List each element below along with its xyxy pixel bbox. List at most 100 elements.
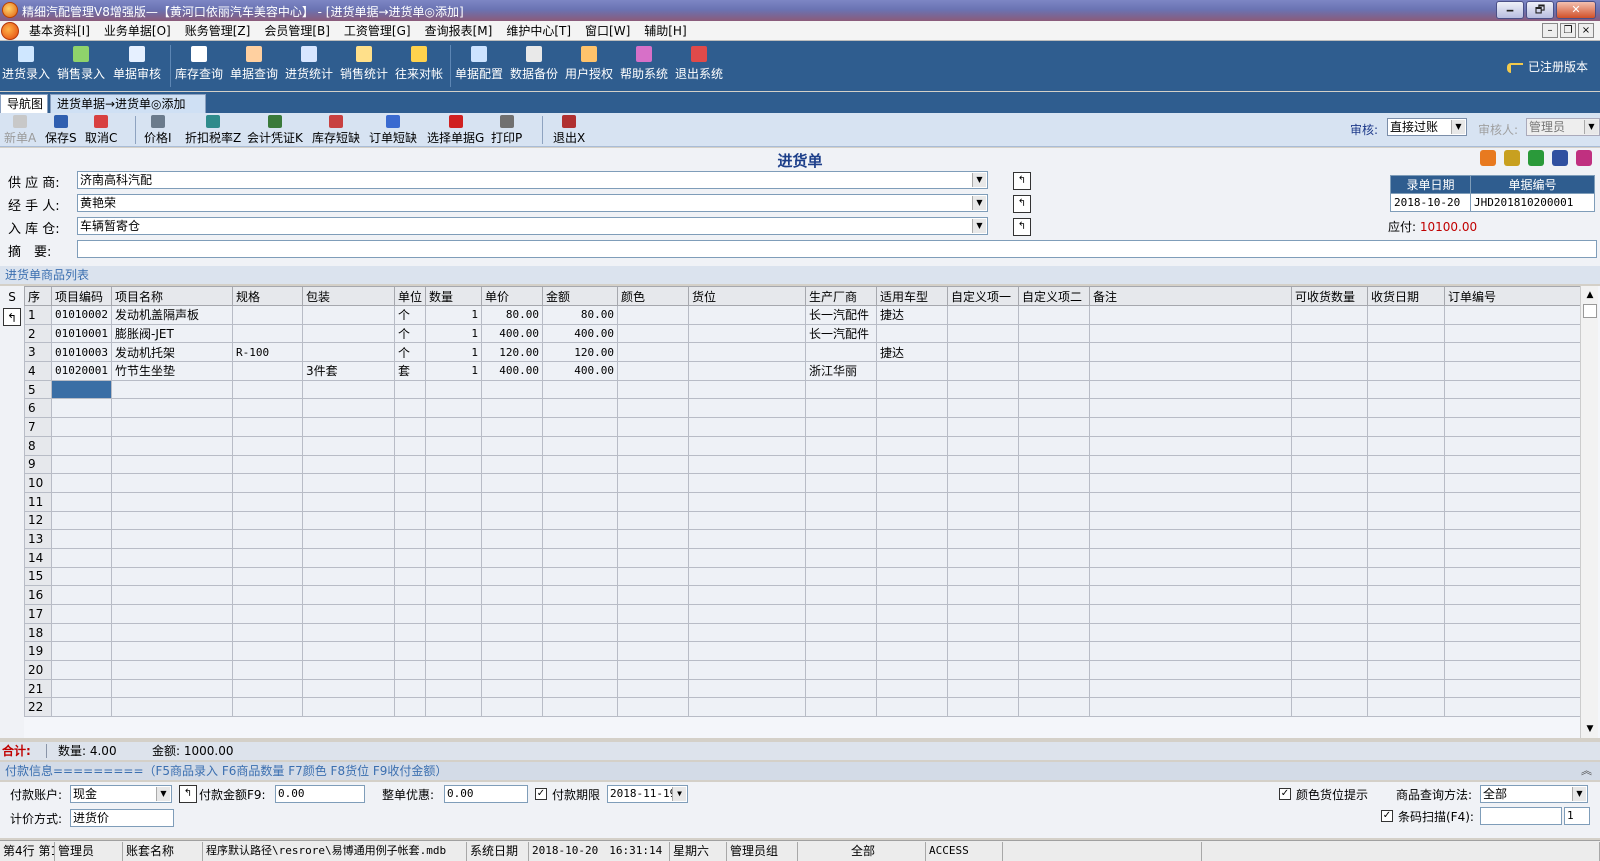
table-row[interactable]: 2 01010001 膨胀阀-JET 个 1 400.00 400.00 长一汽配件 — [24, 323, 1581, 344]
grid-cell[interactable] — [805, 641, 877, 662]
toolbar-button[interactable]: 销售统计 — [340, 46, 388, 88]
grid-cell[interactable] — [425, 398, 482, 419]
grid-cell[interactable]: R-100 — [232, 342, 303, 363]
doc-toolbar-button[interactable]: 订单短缺 — [369, 115, 417, 146]
grid-cell[interactable] — [617, 454, 689, 475]
table-row[interactable]: 7 — [24, 417, 1581, 437]
grid-cell[interactable] — [542, 417, 618, 437]
grid-cell[interactable] — [617, 622, 689, 643]
grid-cell[interactable] — [617, 641, 689, 662]
menu-item[interactable]: 窗口[W] — [578, 23, 637, 39]
grid-cell[interactable] — [425, 585, 482, 605]
grid-cell[interactable] — [302, 547, 395, 568]
grid-cell[interactable] — [1018, 342, 1090, 363]
grid-cell[interactable] — [302, 454, 395, 475]
grid-cell[interactable] — [1089, 660, 1292, 680]
grid-cell[interactable] — [232, 454, 303, 475]
grid-cell[interactable] — [1291, 305, 1368, 325]
grid-cell[interactable] — [1367, 660, 1445, 680]
grid-cell[interactable] — [1444, 398, 1581, 419]
menu-item[interactable]: 基本资料[I] — [22, 23, 97, 39]
menu-item[interactable]: 工资管理[G] — [337, 23, 418, 39]
grid-cell[interactable] — [481, 660, 543, 680]
grid-cell[interactable] — [617, 435, 689, 456]
grid-cell[interactable] — [1444, 622, 1581, 643]
grid-cell[interactable] — [617, 529, 689, 549]
grid-cell[interactable] — [876, 510, 948, 531]
grid-cell[interactable] — [481, 622, 543, 643]
grid-cell[interactable] — [1018, 566, 1090, 587]
grid-cell[interactable] — [688, 529, 806, 549]
grid-cell[interactable]: 浙江华丽 — [805, 361, 877, 381]
grid-cell[interactable] — [1018, 585, 1090, 605]
grid-cell[interactable] — [688, 641, 806, 662]
grid-cell[interactable] — [947, 305, 1019, 325]
grid-cell[interactable] — [1367, 510, 1445, 531]
grid-cell[interactable] — [1367, 379, 1445, 400]
grid-cell[interactable] — [111, 585, 233, 605]
grid-cell[interactable] — [394, 417, 426, 437]
grid-cell[interactable] — [425, 641, 482, 662]
table-row[interactable]: 19 — [24, 641, 1581, 662]
grid-cell[interactable]: 1 — [425, 361, 482, 381]
memo-field[interactable] — [77, 240, 1597, 258]
grid-cell[interactable] — [51, 566, 112, 587]
grid-cell[interactable] — [111, 491, 233, 512]
grid-cell[interactable] — [1089, 361, 1292, 381]
grid-cell[interactable] — [805, 379, 877, 400]
grid-cell[interactable] — [542, 604, 618, 624]
table-row[interactable]: 8 — [24, 435, 1581, 456]
table-row[interactable]: 3 01010003 发动机托架 R-100 个 1 120.00 120.00 捷达 — [24, 342, 1581, 363]
grid-cell[interactable] — [688, 660, 806, 680]
grid-cell[interactable] — [1444, 305, 1581, 325]
grid-cell[interactable] — [1444, 435, 1581, 456]
grid-cell[interactable] — [1444, 660, 1581, 680]
grid-cell[interactable] — [617, 604, 689, 624]
grid-cell[interactable] — [232, 566, 303, 587]
grid-cell[interactable] — [1291, 361, 1368, 381]
grid-cell[interactable] — [947, 379, 1019, 400]
grid-cell[interactable] — [947, 417, 1019, 437]
table-row[interactable]: 12 — [24, 510, 1581, 531]
grid-cell[interactable] — [947, 697, 1019, 718]
grid-cell[interactable] — [1367, 361, 1445, 381]
grid-cell[interactable] — [232, 547, 303, 568]
grid-cell[interactable] — [1089, 547, 1292, 568]
grid-cell[interactable] — [1444, 491, 1581, 512]
grid-cell[interactable] — [805, 566, 877, 587]
grid-cell[interactable] — [1018, 641, 1090, 662]
grid-cell[interactable] — [232, 398, 303, 419]
grid-cell[interactable] — [617, 398, 689, 419]
grid-cell[interactable] — [947, 566, 1019, 587]
table-row[interactable]: 17 — [24, 604, 1581, 624]
grid-column-header[interactable]: 自定义项二 — [1018, 286, 1090, 306]
grid-cell[interactable] — [394, 379, 426, 400]
grid-cell[interactable] — [805, 473, 877, 493]
grid-cell[interactable]: 400.00 — [481, 323, 543, 344]
grid-cell[interactable]: 400.00 — [542, 323, 618, 344]
grid-cell[interactable] — [1089, 529, 1292, 549]
grid-cell[interactable] — [51, 510, 112, 531]
grid-cell[interactable] — [481, 398, 543, 419]
grid-cell[interactable]: 个 — [394, 342, 426, 363]
grid-cell[interactable] — [876, 585, 948, 605]
grid-cell[interactable] — [111, 566, 233, 587]
grid-cell[interactable] — [1291, 697, 1368, 718]
grid-cell[interactable]: 1 — [425, 342, 482, 363]
grid-cell[interactable] — [1018, 547, 1090, 568]
table-row[interactable]: 16 — [24, 585, 1581, 605]
chevron-down-icon[interactable]: ▼ — [672, 787, 686, 801]
grid-cell[interactable] — [1444, 417, 1581, 437]
discount-input[interactable]: 0.00 — [444, 785, 528, 803]
grid-cell[interactable] — [1018, 660, 1090, 680]
grid-cell[interactable] — [1291, 622, 1368, 643]
grid-cell[interactable] — [425, 510, 482, 531]
grid-cell[interactable]: 3件套 — [302, 361, 395, 381]
grid-cell[interactable] — [425, 491, 482, 512]
grid-cell[interactable] — [1018, 435, 1090, 456]
grid-cell[interactable] — [1291, 417, 1368, 437]
grid-cell[interactable] — [1367, 604, 1445, 624]
supplier-picker-button[interactable]: ↰ — [1013, 172, 1031, 190]
grid-cell[interactable] — [111, 660, 233, 680]
grid-cell[interactable]: 400.00 — [542, 361, 618, 381]
